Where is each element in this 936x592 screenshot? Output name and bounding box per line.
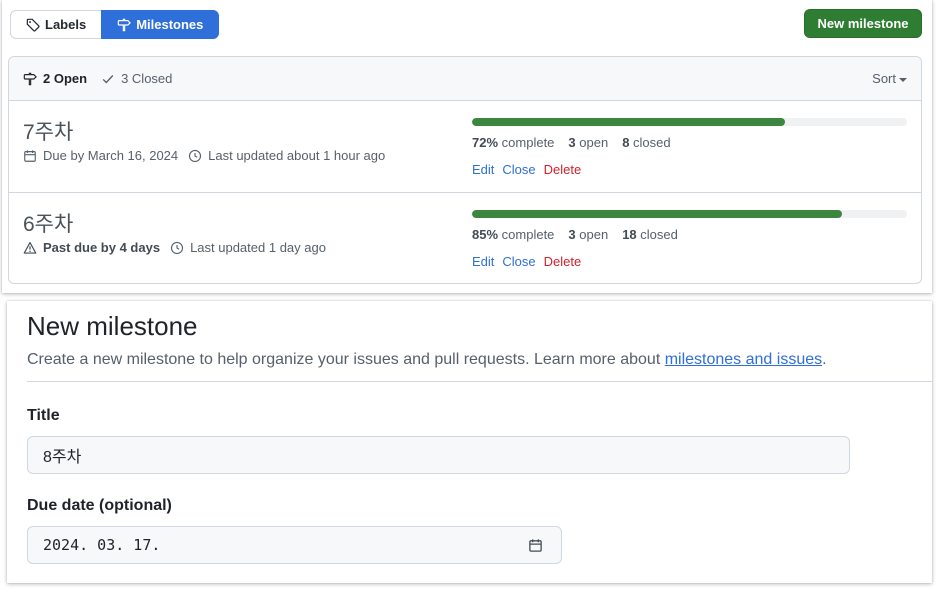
title-input[interactable]: 8주차 bbox=[27, 436, 850, 474]
calendar-icon[interactable] bbox=[528, 538, 543, 553]
description-text: Create a new milestone to help organize … bbox=[27, 351, 665, 368]
open-issues-count: 3 bbox=[568, 135, 576, 150]
open-count-label: 2 Open bbox=[43, 71, 88, 86]
milestones-panel: Labels Milestones New milestone 2 Open 3… bbox=[2, 0, 932, 293]
open-label: open bbox=[579, 227, 609, 242]
closed-label: closed bbox=[640, 227, 678, 242]
labels-tab-label: Labels bbox=[45, 17, 87, 32]
milestones-tab[interactable]: Milestones bbox=[101, 10, 220, 39]
milestones-issues-link[interactable]: milestones and issues bbox=[665, 351, 822, 368]
labels-tab[interactable]: Labels bbox=[10, 10, 102, 39]
alert-icon bbox=[23, 241, 37, 255]
milestone-row: 6주차 Past due by 4 days Last updated 1 da… bbox=[9, 193, 921, 283]
closed-label: closed bbox=[633, 135, 671, 150]
progress-fill bbox=[472, 118, 786, 126]
closed-filter[interactable]: 3 Closed bbox=[101, 71, 172, 86]
edit-link[interactable]: Edit bbox=[472, 254, 494, 269]
sort-dropdown[interactable]: Sort bbox=[872, 71, 907, 86]
labels-milestones-switch: Labels Milestones bbox=[10, 10, 220, 39]
close-link[interactable]: Close bbox=[502, 162, 535, 177]
open-issues-count: 3 bbox=[568, 227, 576, 242]
percent-value: 85% bbox=[472, 227, 499, 242]
progress-stats: 72% complete 3 open 8 closed bbox=[472, 135, 907, 150]
progress-bar bbox=[472, 118, 907, 126]
form-description: Create a new milestone to help organize … bbox=[27, 351, 827, 369]
due-date-value: 2024. 03. 17. bbox=[43, 536, 161, 554]
milestone-progress: 72% complete 3 open 8 closed Edit Close … bbox=[472, 118, 907, 177]
past-due-text: Past due by 4 days bbox=[43, 240, 161, 255]
milestone-actions: Edit Close Delete bbox=[472, 162, 907, 177]
clock-icon bbox=[170, 241, 184, 255]
milestone-row: 7주차 Due by March 16, 2024 Last updated a… bbox=[9, 101, 921, 193]
closed-issues-count: 18 bbox=[622, 227, 637, 242]
title-input-value: 8주차 bbox=[43, 449, 82, 466]
milestone-list-header: 2 Open 3 Closed Sort bbox=[9, 57, 921, 101]
last-updated-text: Last updated 1 day ago bbox=[190, 240, 326, 255]
milestone-icon bbox=[117, 18, 132, 32]
open-filter[interactable]: 2 Open bbox=[23, 71, 87, 86]
progress-stats: 85% complete 3 open 18 closed bbox=[472, 227, 907, 242]
description-end: . bbox=[822, 351, 827, 368]
milestone-title[interactable]: 6주차 bbox=[23, 208, 73, 238]
percent-value: 72% bbox=[472, 135, 499, 150]
milestone-actions: Edit Close Delete bbox=[472, 254, 907, 269]
divider bbox=[27, 381, 932, 382]
complete-label: complete bbox=[501, 227, 555, 242]
due-date-text: Due by March 16, 2024 bbox=[43, 148, 179, 163]
milestone-meta: Due by March 16, 2024 Last updated about… bbox=[23, 148, 395, 163]
tag-icon bbox=[26, 18, 40, 32]
new-milestone-button[interactable]: New milestone bbox=[804, 9, 922, 38]
due-date-label: Due date (optional) bbox=[27, 497, 172, 514]
progress-fill bbox=[472, 210, 842, 218]
clock-icon bbox=[188, 149, 202, 163]
chevron-down-icon bbox=[899, 77, 907, 82]
milestone-list: 2 Open 3 Closed Sort 7주차 Due by March 16… bbox=[8, 56, 922, 284]
edit-link[interactable]: Edit bbox=[472, 162, 494, 177]
sort-label: Sort bbox=[872, 71, 896, 86]
form-heading: New milestone bbox=[27, 311, 198, 341]
progress-bar bbox=[472, 210, 907, 218]
delete-link[interactable]: Delete bbox=[544, 254, 582, 269]
delete-link[interactable]: Delete bbox=[544, 162, 582, 177]
milestones-tab-label: Milestones bbox=[136, 17, 204, 32]
milestone-icon bbox=[23, 72, 37, 86]
milestone-title[interactable]: 7주차 bbox=[23, 116, 73, 146]
calendar-icon bbox=[23, 149, 37, 163]
closed-issues-count: 8 bbox=[622, 135, 630, 150]
close-link[interactable]: Close bbox=[502, 254, 535, 269]
due-date-input[interactable]: 2024. 03. 17. bbox=[27, 526, 562, 564]
new-milestone-form: New milestone Create a new milestone to … bbox=[7, 301, 932, 583]
milestone-meta: Past due by 4 days Last updated 1 day ag… bbox=[23, 240, 336, 255]
check-icon bbox=[101, 72, 115, 86]
complete-label: complete bbox=[501, 135, 555, 150]
closed-count-label: 3 Closed bbox=[121, 71, 173, 86]
last-updated-text: Last updated about 1 hour ago bbox=[208, 148, 386, 163]
title-label: Title bbox=[27, 407, 60, 424]
milestone-progress: 85% complete 3 open 18 closed Edit Close… bbox=[472, 210, 907, 269]
open-label: open bbox=[579, 135, 609, 150]
